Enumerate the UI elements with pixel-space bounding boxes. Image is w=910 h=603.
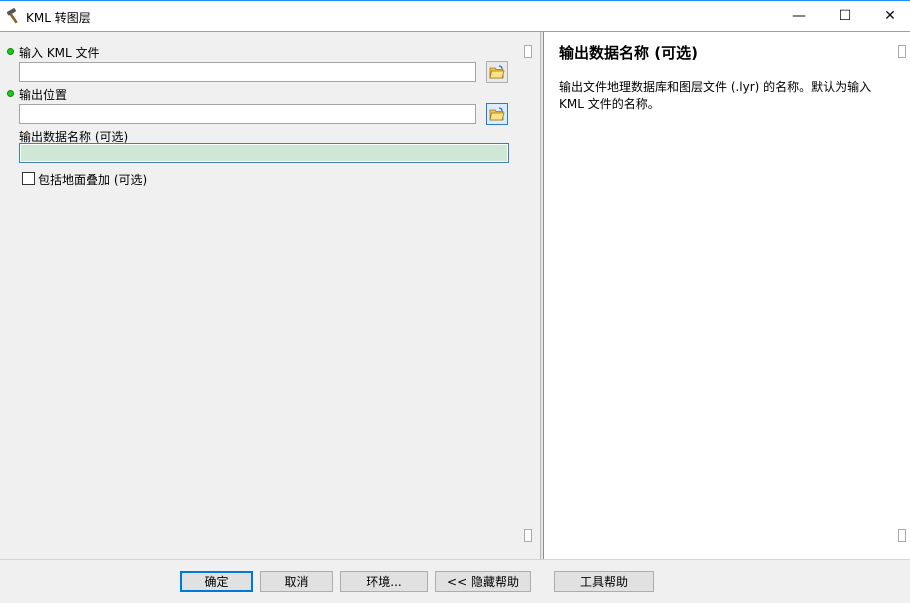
browse-input-kml-button[interactable] [486, 61, 508, 83]
required-indicator-icon [7, 48, 14, 55]
button-bar: 确定 取消 环境... << 隐藏帮助 工具帮助 [0, 559, 910, 603]
minimize-button[interactable]: — [776, 1, 822, 31]
ok-button[interactable]: 确定 [180, 571, 253, 592]
output-name-field[interactable] [19, 143, 509, 163]
include-ground-checkbox[interactable] [22, 172, 35, 185]
title-bar: KML 转图层 — ☐ ✕ [0, 0, 910, 31]
open-folder-icon [489, 107, 505, 121]
include-ground-label: 包括地面叠加 (可选) [38, 173, 148, 187]
maximize-button[interactable]: ☐ [822, 1, 868, 31]
help-scroll-up-marker[interactable] [898, 45, 906, 58]
cancel-button[interactable]: 取消 [260, 571, 333, 592]
window-title: KML 转图层 [26, 11, 91, 25]
hammer-icon [6, 8, 18, 24]
scroll-up-marker[interactable] [524, 45, 532, 58]
close-button[interactable]: ✕ [867, 1, 910, 31]
input-kml-field[interactable] [19, 62, 476, 82]
browse-output-location-button[interactable] [486, 103, 508, 125]
hide-help-button[interactable]: << 隐藏帮助 [435, 571, 531, 592]
tool-help-button[interactable]: 工具帮助 [554, 571, 654, 592]
output-location-field[interactable] [19, 104, 476, 124]
help-body: 输出文件地理数据库和图层文件 (.lyr) 的名称。默认为输入 KML 文件的名… [559, 80, 872, 111]
parameters-panel: 输入 KML 文件 输出位置 输出数据名称 (可选) 包括地面叠加 (可选) [0, 32, 540, 559]
help-panel: 输出数据名称 (可选) 输出文件地理数据库和图层文件 (.lyr) 的名称。默认… [544, 32, 910, 559]
help-title: 输出数据名称 (可选) [559, 44, 698, 62]
required-indicator-icon [7, 90, 14, 97]
close-icon: ✕ [884, 8, 896, 24]
maximize-icon: ☐ [838, 8, 852, 24]
scroll-down-marker[interactable] [524, 529, 532, 542]
open-folder-icon [489, 65, 505, 79]
input-kml-label: 输入 KML 文件 [19, 46, 100, 60]
output-location-label: 输出位置 [19, 88, 68, 102]
help-scroll-down-marker[interactable] [898, 529, 906, 542]
minimize-icon: — [792, 8, 806, 24]
environments-button[interactable]: 环境... [340, 571, 428, 592]
